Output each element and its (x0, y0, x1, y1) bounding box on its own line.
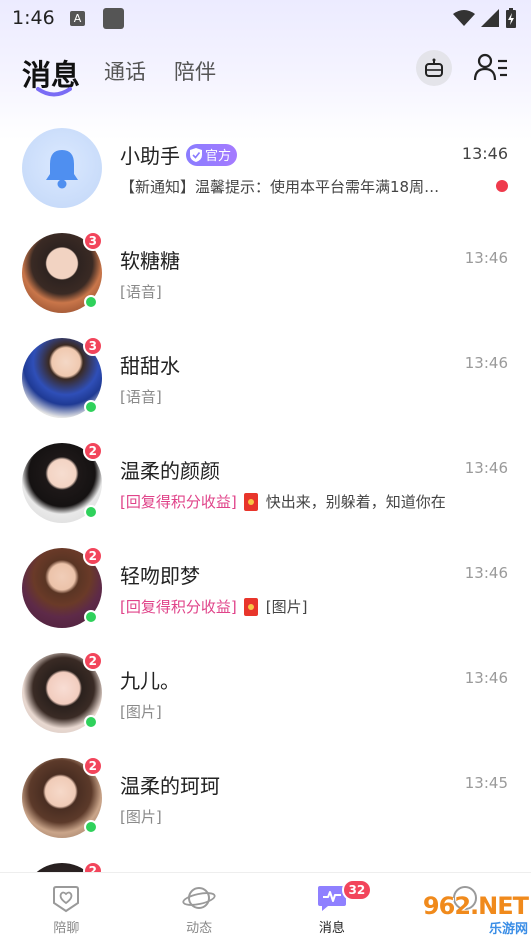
watermark-main-text: 962.NET (422, 892, 529, 920)
nav-label: 陪聊 (53, 921, 80, 936)
conversation-time: 13:46 (464, 249, 508, 267)
reward-tag: [回复得积分收益] (120, 598, 237, 616)
online-status-dot (84, 715, 98, 729)
conversation-row[interactable]: 2 温柔的颜颜 13:46 [回复得积分收益] 快出来，别躲着，知道你在 (0, 433, 531, 538)
top-tabs-header: 消息 通话 陪伴 (0, 42, 531, 102)
conversation-preview: [回复得积分收益] 快出来，别躲着，知道你在 (120, 491, 446, 512)
conversation-time: 13:45 (464, 774, 508, 792)
conversation-row-assistant[interactable]: 小助手 官方 13:46 【新通知】温馨提示：使用本平台需年满18周… (0, 118, 531, 223)
unread-count-badge: 2 (82, 441, 103, 461)
unread-count-badge: 2 (82, 756, 103, 776)
online-status-dot (84, 400, 98, 414)
planet-icon (182, 887, 216, 909)
bell-icon (46, 150, 78, 189)
conversation-preview: [语音] (120, 281, 162, 302)
conversation-name: 温柔的珂珂 (120, 770, 220, 799)
official-badge-label: 官方 (205, 149, 232, 164)
avatar-wrap: 2 (22, 651, 103, 733)
conversation-time: 13:46 (464, 459, 508, 477)
preview-text: 快出来，别躲着，知道你在 (265, 493, 446, 511)
avatar-wrap: 2 (22, 546, 103, 628)
online-status-dot (84, 295, 98, 309)
conversation-row[interactable]: 2 九儿。 13:46 [图片] (0, 643, 531, 748)
contacts-button[interactable] (472, 50, 510, 84)
avatar-wrap (22, 128, 102, 208)
official-badge: 官方 (186, 143, 238, 166)
unread-count-badge: 3 (82, 336, 103, 356)
conversation-row[interactable]: 3 软糖糖 13:46 [语音] (0, 223, 531, 328)
nav-item-messages[interactable]: 消息 32 (266, 873, 399, 945)
conversation-preview: [图片] (120, 701, 162, 722)
assistant-avatar (22, 128, 102, 208)
avatar-wrap: 2 (22, 756, 103, 838)
online-status-dot (84, 505, 98, 519)
conversation-name: 轻吻即梦 (120, 560, 200, 589)
nav-label: 消息 (318, 921, 345, 936)
tab-calls[interactable]: 通话 (104, 56, 146, 86)
tab-companion[interactable]: 陪伴 (174, 56, 216, 86)
conversation-list: 小助手 官方 13:46 【新通知】温馨提示：使用本平台需年满18周… 3 软糖… (0, 118, 531, 945)
conversation-name: 九儿。 (120, 665, 180, 694)
site-watermark-logo: 962.NET 乐游网 (392, 892, 529, 942)
heart-shield-icon (53, 886, 80, 913)
preview-text: 【新通知】温馨提示：使用本平台需年满18周… (120, 178, 440, 196)
conversation-name-text: 温柔的颜颜 (120, 459, 220, 483)
status-bar: 1:46 A (0, 0, 531, 36)
online-status-dot (84, 820, 98, 834)
conversation-name: 软糖糖 (120, 245, 180, 274)
avatar-wrap: 3 (22, 336, 103, 418)
watermark-sub-text: 乐游网 (488, 922, 528, 937)
conversation-preview: [回复得积分收益] [图片] (120, 596, 307, 617)
avatar-wrap: 3 (22, 231, 103, 313)
red-packet-icon (243, 597, 258, 616)
conversation-preview: [语音] (120, 386, 162, 407)
unread-dot (496, 180, 508, 192)
conversation-name-text: 温柔的珂珂 (120, 774, 220, 798)
conversation-name: 甜甜水 (120, 350, 180, 379)
reward-tag: [回复得积分收益] (120, 493, 237, 511)
conversation-row[interactable]: 3 甜甜水 13:46 [语音] (0, 328, 531, 433)
contacts-list-icon (473, 53, 507, 81)
conversation-row[interactable]: 2 轻吻即梦 13:46 [回复得积分收益] [图片] (0, 538, 531, 643)
conversation-name: 小助手 官方 (120, 140, 238, 169)
notification-square-icon (103, 7, 124, 29)
conversation-preview: [图片] (120, 806, 162, 827)
shield-check-icon (190, 147, 202, 162)
online-status-dot (84, 610, 98, 624)
conversation-name-text: 九儿。 (120, 669, 180, 693)
conversation-row[interactable]: 2 温柔的珂珂 13:45 [图片] (0, 748, 531, 853)
wifi-icon (453, 10, 475, 26)
notification-a-icon: A (70, 10, 85, 26)
preview-text: [语音] (120, 283, 162, 301)
conversation-name-text: 小助手 (120, 144, 180, 168)
preview-text: [图片] (265, 598, 308, 616)
avatar-wrap: 2 (22, 441, 103, 523)
battery-icon (506, 8, 516, 28)
unread-count-badge: 2 (82, 546, 103, 566)
conversation-time: 13:46 (464, 354, 508, 372)
conversation-preview: 【新通知】温馨提示：使用本平台需年满18周… (120, 176, 439, 197)
nav-item-companion-chat[interactable]: 陪聊 (0, 873, 133, 945)
status-time: 1:46 (12, 7, 55, 29)
conversation-name: 温柔的颜颜 (120, 455, 220, 484)
preview-text: [图片] (120, 808, 162, 826)
active-tab-underline (36, 87, 72, 97)
conversation-name-text: 甜甜水 (120, 354, 180, 378)
unread-count-badge: 3 (82, 231, 103, 251)
robot-icon (425, 58, 443, 77)
conversation-time: 13:46 (464, 669, 508, 687)
conversation-time: 13:46 (464, 564, 508, 582)
conversation-name-text: 轻吻即梦 (120, 564, 200, 588)
preview-text: [图片] (120, 703, 162, 721)
conversation-time: 13:46 (461, 144, 508, 163)
red-packet-icon (243, 492, 258, 511)
conversation-name-text: 软糖糖 (120, 249, 180, 273)
signal-icon (481, 9, 499, 27)
unread-count-badge: 2 (82, 651, 103, 671)
messages-unread-badge: 32 (341, 879, 373, 901)
nav-item-moments[interactable]: 动态 (133, 873, 266, 945)
preview-text: [语音] (120, 388, 162, 406)
nav-label: 动态 (186, 921, 213, 936)
robot-button[interactable] (416, 50, 452, 86)
